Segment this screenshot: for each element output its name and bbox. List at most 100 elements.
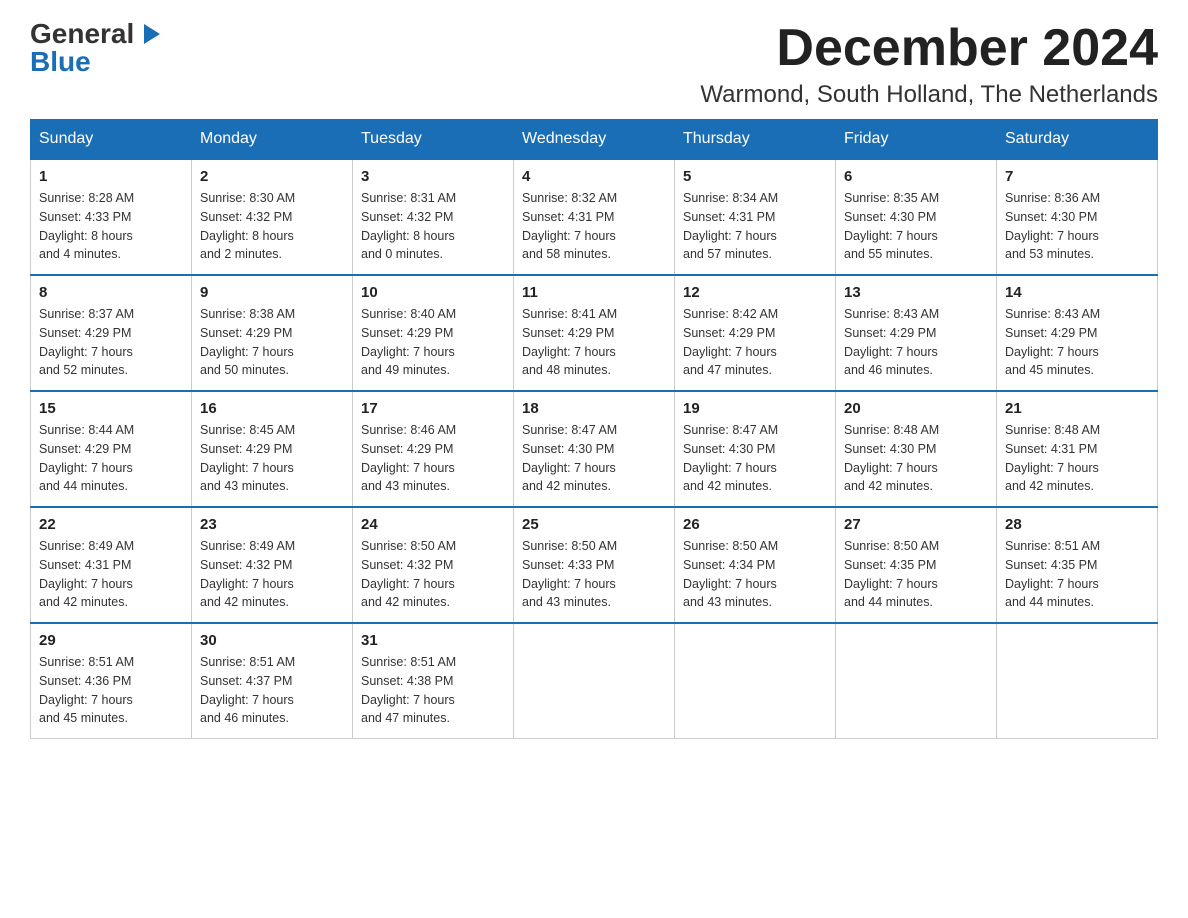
day-info: Sunrise: 8:36 AMSunset: 4:30 PMDaylight:… (1005, 189, 1149, 264)
calendar-cell: 12 Sunrise: 8:42 AMSunset: 4:29 PMDaylig… (675, 275, 836, 391)
day-number: 10 (361, 284, 505, 301)
calendar-week-row: 8 Sunrise: 8:37 AMSunset: 4:29 PMDayligh… (31, 275, 1158, 391)
column-header-sunday: Sunday (31, 120, 192, 160)
calendar-cell: 18 Sunrise: 8:47 AMSunset: 4:30 PMDaylig… (514, 391, 675, 507)
calendar-cell: 27 Sunrise: 8:50 AMSunset: 4:35 PMDaylig… (836, 507, 997, 623)
column-header-wednesday: Wednesday (514, 120, 675, 160)
day-info: Sunrise: 8:40 AMSunset: 4:29 PMDaylight:… (361, 305, 505, 380)
day-number: 31 (361, 632, 505, 649)
calendar-cell: 20 Sunrise: 8:48 AMSunset: 4:30 PMDaylig… (836, 391, 997, 507)
calendar-cell: 29 Sunrise: 8:51 AMSunset: 4:36 PMDaylig… (31, 623, 192, 739)
day-info: Sunrise: 8:49 AMSunset: 4:31 PMDaylight:… (39, 537, 183, 612)
day-number: 24 (361, 516, 505, 533)
day-info: Sunrise: 8:46 AMSunset: 4:29 PMDaylight:… (361, 421, 505, 496)
calendar-table: SundayMondayTuesdayWednesdayThursdayFrid… (30, 119, 1158, 739)
calendar-cell (836, 623, 997, 739)
calendar-cell: 6 Sunrise: 8:35 AMSunset: 4:30 PMDayligh… (836, 159, 997, 275)
day-number: 17 (361, 400, 505, 417)
day-info: Sunrise: 8:31 AMSunset: 4:32 PMDaylight:… (361, 189, 505, 264)
day-number: 2 (200, 168, 344, 185)
column-header-saturday: Saturday (997, 120, 1158, 160)
day-number: 15 (39, 400, 183, 417)
day-number: 8 (39, 284, 183, 301)
day-info: Sunrise: 8:34 AMSunset: 4:31 PMDaylight:… (683, 189, 827, 264)
location-title: Warmond, South Holland, The Netherlands (700, 81, 1158, 109)
column-header-tuesday: Tuesday (353, 120, 514, 160)
column-header-thursday: Thursday (675, 120, 836, 160)
day-number: 9 (200, 284, 344, 301)
day-number: 27 (844, 516, 988, 533)
calendar-cell: 22 Sunrise: 8:49 AMSunset: 4:31 PMDaylig… (31, 507, 192, 623)
day-info: Sunrise: 8:51 AMSunset: 4:36 PMDaylight:… (39, 653, 183, 728)
day-info: Sunrise: 8:35 AMSunset: 4:30 PMDaylight:… (844, 189, 988, 264)
calendar-cell (514, 623, 675, 739)
day-number: 16 (200, 400, 344, 417)
calendar-cell: 1 Sunrise: 8:28 AMSunset: 4:33 PMDayligh… (31, 159, 192, 275)
calendar-cell: 10 Sunrise: 8:40 AMSunset: 4:29 PMDaylig… (353, 275, 514, 391)
day-info: Sunrise: 8:32 AMSunset: 4:31 PMDaylight:… (522, 189, 666, 264)
logo-general-text: General (30, 20, 134, 48)
column-header-friday: Friday (836, 120, 997, 160)
day-info: Sunrise: 8:45 AMSunset: 4:29 PMDaylight:… (200, 421, 344, 496)
day-number: 12 (683, 284, 827, 301)
day-number: 14 (1005, 284, 1149, 301)
day-info: Sunrise: 8:51 AMSunset: 4:38 PMDaylight:… (361, 653, 505, 728)
calendar-cell: 24 Sunrise: 8:50 AMSunset: 4:32 PMDaylig… (353, 507, 514, 623)
calendar-week-row: 1 Sunrise: 8:28 AMSunset: 4:33 PMDayligh… (31, 159, 1158, 275)
title-area: December 2024 Warmond, South Holland, Th… (700, 20, 1158, 109)
day-info: Sunrise: 8:42 AMSunset: 4:29 PMDaylight:… (683, 305, 827, 380)
calendar-cell: 16 Sunrise: 8:45 AMSunset: 4:29 PMDaylig… (192, 391, 353, 507)
day-info: Sunrise: 8:28 AMSunset: 4:33 PMDaylight:… (39, 189, 183, 264)
day-info: Sunrise: 8:50 AMSunset: 4:33 PMDaylight:… (522, 537, 666, 612)
day-number: 29 (39, 632, 183, 649)
day-number: 18 (522, 400, 666, 417)
day-number: 26 (683, 516, 827, 533)
day-number: 22 (39, 516, 183, 533)
calendar-cell: 25 Sunrise: 8:50 AMSunset: 4:33 PMDaylig… (514, 507, 675, 623)
day-info: Sunrise: 8:37 AMSunset: 4:29 PMDaylight:… (39, 305, 183, 380)
day-info: Sunrise: 8:38 AMSunset: 4:29 PMDaylight:… (200, 305, 344, 380)
day-number: 7 (1005, 168, 1149, 185)
calendar-week-row: 22 Sunrise: 8:49 AMSunset: 4:31 PMDaylig… (31, 507, 1158, 623)
calendar-cell: 26 Sunrise: 8:50 AMSunset: 4:34 PMDaylig… (675, 507, 836, 623)
calendar-cell: 19 Sunrise: 8:47 AMSunset: 4:30 PMDaylig… (675, 391, 836, 507)
day-info: Sunrise: 8:49 AMSunset: 4:32 PMDaylight:… (200, 537, 344, 612)
month-title: December 2024 (700, 20, 1158, 77)
calendar-cell: 21 Sunrise: 8:48 AMSunset: 4:31 PMDaylig… (997, 391, 1158, 507)
calendar-week-row: 29 Sunrise: 8:51 AMSunset: 4:36 PMDaylig… (31, 623, 1158, 739)
day-info: Sunrise: 8:51 AMSunset: 4:35 PMDaylight:… (1005, 537, 1149, 612)
day-number: 4 (522, 168, 666, 185)
day-number: 28 (1005, 516, 1149, 533)
logo: General Blue (30, 20, 164, 76)
column-header-monday: Monday (192, 120, 353, 160)
day-number: 13 (844, 284, 988, 301)
day-info: Sunrise: 8:47 AMSunset: 4:30 PMDaylight:… (522, 421, 666, 496)
day-info: Sunrise: 8:43 AMSunset: 4:29 PMDaylight:… (1005, 305, 1149, 380)
day-info: Sunrise: 8:41 AMSunset: 4:29 PMDaylight:… (522, 305, 666, 380)
day-number: 23 (200, 516, 344, 533)
day-info: Sunrise: 8:50 AMSunset: 4:35 PMDaylight:… (844, 537, 988, 612)
day-number: 11 (522, 284, 666, 301)
day-info: Sunrise: 8:51 AMSunset: 4:37 PMDaylight:… (200, 653, 344, 728)
logo-blue-text: Blue (30, 48, 91, 76)
calendar-cell: 9 Sunrise: 8:38 AMSunset: 4:29 PMDayligh… (192, 275, 353, 391)
day-info: Sunrise: 8:50 AMSunset: 4:34 PMDaylight:… (683, 537, 827, 612)
calendar-cell: 3 Sunrise: 8:31 AMSunset: 4:32 PMDayligh… (353, 159, 514, 275)
calendar-cell: 14 Sunrise: 8:43 AMSunset: 4:29 PMDaylig… (997, 275, 1158, 391)
day-info: Sunrise: 8:44 AMSunset: 4:29 PMDaylight:… (39, 421, 183, 496)
calendar-cell (675, 623, 836, 739)
calendar-cell: 8 Sunrise: 8:37 AMSunset: 4:29 PMDayligh… (31, 275, 192, 391)
day-info: Sunrise: 8:30 AMSunset: 4:32 PMDaylight:… (200, 189, 344, 264)
day-info: Sunrise: 8:43 AMSunset: 4:29 PMDaylight:… (844, 305, 988, 380)
day-info: Sunrise: 8:48 AMSunset: 4:30 PMDaylight:… (844, 421, 988, 496)
day-info: Sunrise: 8:48 AMSunset: 4:31 PMDaylight:… (1005, 421, 1149, 496)
day-number: 6 (844, 168, 988, 185)
day-number: 19 (683, 400, 827, 417)
page-header: General Blue December 2024 Warmond, Sout… (30, 20, 1158, 109)
day-number: 25 (522, 516, 666, 533)
day-number: 20 (844, 400, 988, 417)
calendar-cell: 2 Sunrise: 8:30 AMSunset: 4:32 PMDayligh… (192, 159, 353, 275)
calendar-cell: 7 Sunrise: 8:36 AMSunset: 4:30 PMDayligh… (997, 159, 1158, 275)
day-number: 5 (683, 168, 827, 185)
calendar-cell: 5 Sunrise: 8:34 AMSunset: 4:31 PMDayligh… (675, 159, 836, 275)
